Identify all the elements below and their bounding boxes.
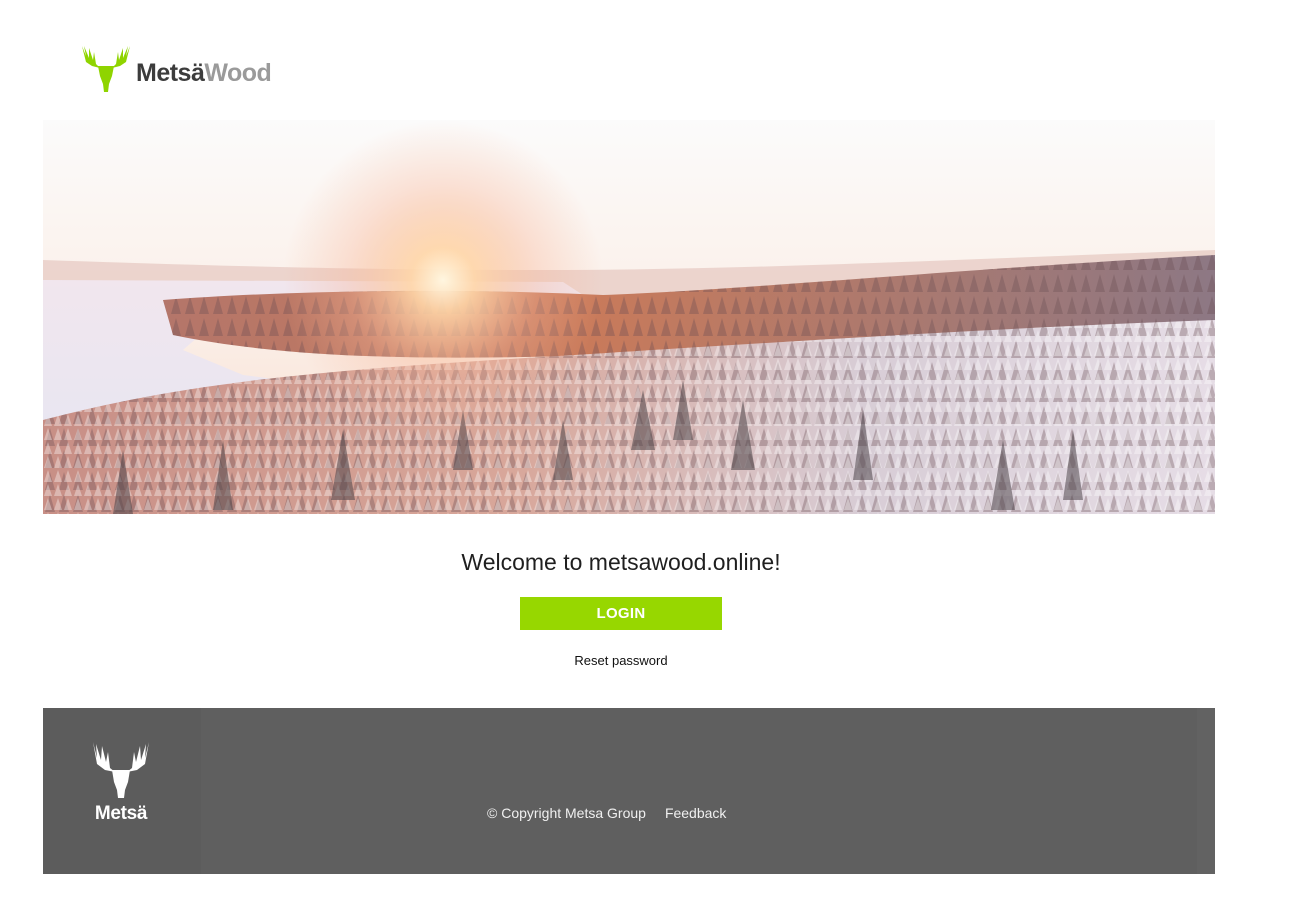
metsa-footer-logo[interactable]: Metsä — [91, 740, 151, 825]
welcome-heading: Welcome to metsawood.online! — [461, 549, 781, 575]
metsawood-logo[interactable]: MetsäWood — [80, 42, 272, 99]
copyright-text: © Copyright Metsa Group — [487, 805, 646, 821]
moose-antler-icon — [80, 42, 132, 99]
logo-wordmark-part2: Wood — [204, 59, 272, 87]
reset-password-link[interactable]: Reset password — [0, 653, 1242, 668]
footer: Metsä © Copyright Metsa Group Feedback — [43, 708, 1215, 874]
footer-links: © Copyright Metsa Group Feedback — [487, 805, 726, 821]
footer-logo-cell: Metsä — [43, 708, 201, 874]
hero-image — [43, 120, 1215, 514]
moose-head-icon — [91, 740, 151, 803]
login-button[interactable]: LOGIN — [520, 597, 722, 630]
footer-edge — [1197, 708, 1215, 874]
logo-wordmark: MetsäWood — [136, 59, 272, 87]
logo-wordmark-part1: Metsä — [136, 59, 205, 87]
footer-logo-text: Metsä — [94, 803, 148, 824]
feedback-link[interactable]: Feedback — [665, 805, 726, 821]
